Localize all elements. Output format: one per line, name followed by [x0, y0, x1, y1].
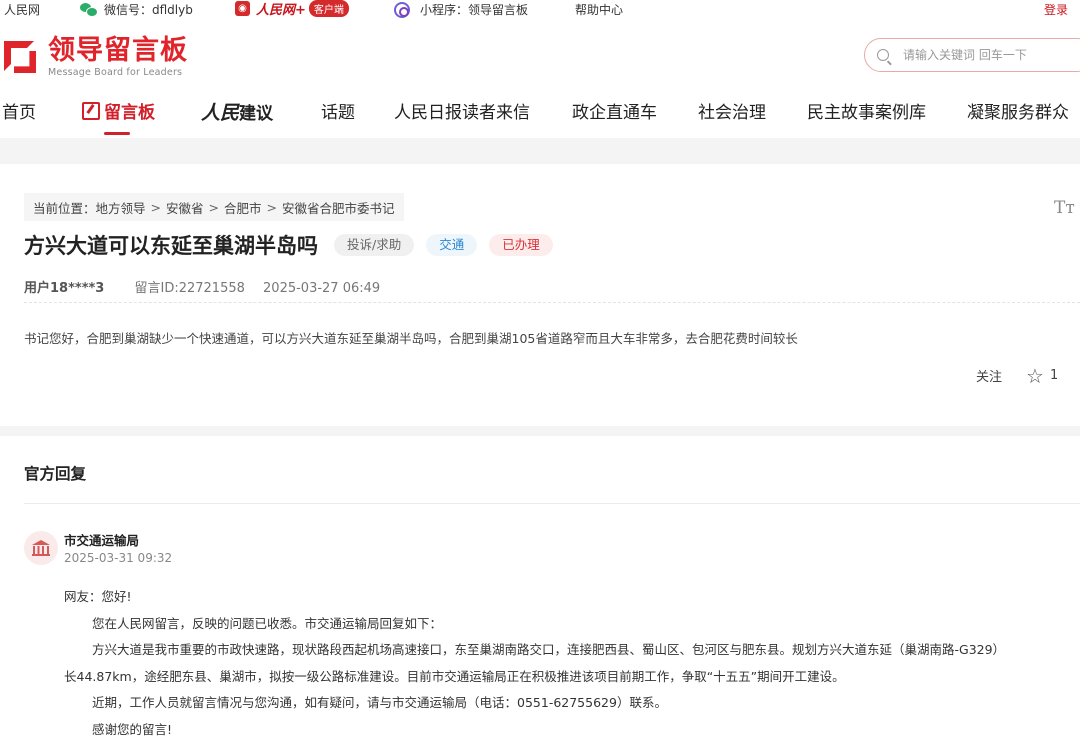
- breadcrumb-item[interactable]: 安徽省: [166, 198, 204, 217]
- nav-democracy-stories[interactable]: 民主故事案例库: [807, 98, 926, 128]
- reply-line: 感谢您的留言!: [92, 721, 173, 737]
- wechat-icon: [80, 3, 98, 17]
- avatar: [24, 531, 58, 565]
- follow-button[interactable]: 关注: [976, 366, 1002, 385]
- message-actions: 关注 ☆ 1: [976, 366, 1059, 386]
- message-content: 书记您好，合肥到巢湖缺少一个快速通道，可以方兴大道东延至巢湖半岛吗，合肥到巢湖1…: [24, 331, 798, 346]
- breadcrumb-item[interactable]: 合肥市: [224, 198, 262, 217]
- reply-department: 市交通运输局: [64, 533, 140, 548]
- nav-people-suggestion-prefix: 人民: [201, 102, 240, 124]
- logo-icon: [0, 37, 40, 77]
- breadcrumb-label: 当前位置：: [33, 200, 96, 216]
- message-board-icon: [82, 102, 100, 120]
- nav-serve-people[interactable]: 凝聚服务群众: [967, 98, 1069, 128]
- topic-badge: 交通: [426, 234, 478, 256]
- app-logo-icon: ◉: [235, 1, 250, 16]
- wechat-info: 微信号：dfldlyb: [80, 1, 193, 18]
- message-title: 方兴大道可以东延至巢湖半岛吗: [24, 234, 318, 258]
- star-count: 1: [1049, 368, 1059, 383]
- site-logo[interactable]: 领导留言板 Message Board for Leaders: [0, 36, 188, 78]
- government-building-icon: [32, 540, 50, 556]
- font-size-icon[interactable]: Tт: [1054, 198, 1075, 218]
- logo-subtitle: Message Board for Leaders: [48, 67, 183, 78]
- app-tag: 客户端: [308, 0, 349, 17]
- reply-section-title: 官方回复: [24, 465, 87, 483]
- section-divider: [0, 426, 1080, 436]
- nav-topics[interactable]: 话题: [321, 98, 355, 128]
- breadcrumb-item[interactable]: 地方领导: [96, 198, 146, 217]
- category-badge: 投诉/求助: [334, 234, 415, 256]
- logo-title: 领导留言板: [48, 35, 188, 66]
- wechat-id: 微信号：dfldlyb: [104, 3, 193, 17]
- nav-home[interactable]: 首页: [2, 98, 36, 128]
- divider: [24, 503, 1080, 504]
- message-user: 用户18****3: [24, 281, 105, 296]
- reply-line: 您在人民网留言，反映的问题已收悉。市交通运输局回复如下：: [92, 615, 443, 631]
- status-badge: 已办理: [489, 234, 553, 256]
- breadcrumb-separator: >: [150, 199, 162, 215]
- divider: [24, 302, 1080, 303]
- breadcrumb-item[interactable]: 安徽省合肥市委书记: [282, 198, 395, 217]
- search-input[interactable]: [903, 48, 1080, 62]
- message-header: 方兴大道可以东延至巢湖半岛吗 投诉/求助 交通 已办理: [24, 230, 553, 260]
- message-id: 留言ID:22721558: [134, 281, 245, 296]
- nav-message-board-label: 留言板: [104, 103, 155, 123]
- reply-date: 2025-03-31 09:32: [64, 551, 173, 565]
- app-download-link[interactable]: ◉ 人民网+ 客户端: [235, 0, 349, 18]
- breadcrumb: 当前位置： 地方领导 > 安徽省 > 合肥市 > 安徽省合肥市委书记: [24, 193, 404, 221]
- nav-social-governance[interactable]: 社会治理: [698, 98, 766, 128]
- main-nav: 首页 留言板 人民建议 话题 人民日报读者来信 政企直通车 社会治理 民主故事案…: [0, 98, 1080, 135]
- miniprogram-icon: [394, 1, 410, 18]
- nav-enterprise-express[interactable]: 政企直通车: [572, 98, 657, 128]
- top-utility-bar: 人民网 微信号：dfldlyb ◉ 人民网+ 客户端 小程序：领导留言板 帮助中…: [0, 0, 1080, 18]
- message-time: 2025-03-27 06:49: [263, 281, 381, 296]
- reply-line: 长44.87km，途经肥东县、巢湖市，拟按一级公路标准建设。目前市交通运输局正在…: [64, 668, 845, 684]
- nav-active-indicator: [104, 132, 130, 135]
- section-divider: [0, 138, 1080, 164]
- search-icon[interactable]: [877, 49, 889, 61]
- app-logo-text: 人民网+: [256, 3, 306, 18]
- breadcrumb-separator: >: [208, 199, 220, 215]
- message-meta: 用户18****3 留言ID:22721558 2025-03-27 06:49: [24, 277, 380, 296]
- nav-people-suggestion[interactable]: 人民建议: [201, 98, 273, 129]
- site-link[interactable]: 人民网: [4, 1, 40, 18]
- miniprogram-label: 小程序：领导留言板: [420, 3, 529, 17]
- reply-line: 网友：您好!: [64, 589, 132, 604]
- help-center-link[interactable]: 帮助中心: [575, 1, 623, 18]
- nav-people-suggestion-suffix: 建议: [239, 104, 274, 124]
- reply-line: 近期，工作人员就留言情况与您沟通，如有疑问，请与市交通运输局（电话：0551-6…: [92, 695, 667, 710]
- miniprogram-info[interactable]: 小程序：领导留言板: [394, 1, 528, 18]
- breadcrumb-separator: >: [266, 199, 278, 215]
- search-box[interactable]: [864, 38, 1080, 72]
- reply-body: 网友：您好! 您在人民网留言，反映的问题已收悉。市交通运输局回复如下： 方兴大道…: [64, 584, 1005, 743]
- reply-line: 方兴大道是我市重要的市政快速路，现状路段西起机场高速接口，东至巢湖南路交口，连接…: [92, 642, 1006, 657]
- nav-message-board[interactable]: 留言板: [82, 98, 155, 128]
- star-icon[interactable]: ☆: [1026, 366, 1044, 386]
- nav-reader-letters[interactable]: 人民日报读者来信: [394, 98, 530, 128]
- login-link[interactable]: 登录: [1044, 1, 1068, 18]
